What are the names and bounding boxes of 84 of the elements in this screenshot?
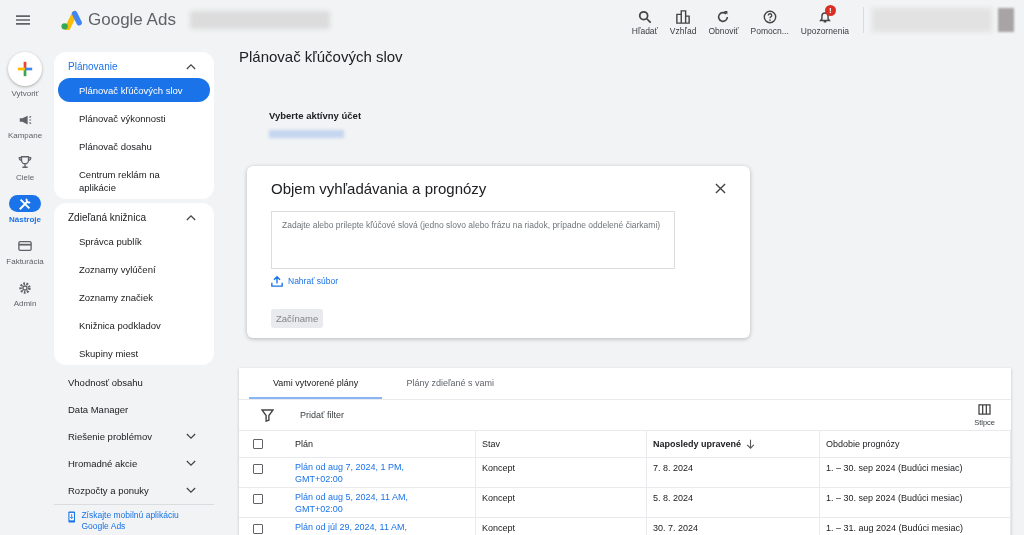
plan-link[interactable]: Plán od aug 5, 2024, 11 AM, GMT+02:00 bbox=[295, 492, 415, 515]
column-header[interactable]: Stav bbox=[475, 431, 647, 458]
refresh-icon bbox=[716, 9, 731, 24]
nav-item[interactable]: Centrum reklám na aplikácie bbox=[58, 162, 210, 199]
column-header[interactable]: Obdobie prognózy bbox=[819, 431, 1011, 458]
row-checkbox[interactable] bbox=[253, 494, 263, 504]
nav-section-header[interactable]: Zdieľaná knižnica bbox=[58, 205, 210, 229]
column-header[interactable]: Naposledy upravené bbox=[646, 431, 820, 458]
rail-label: Kampane bbox=[7, 131, 43, 140]
toolbar-button[interactable]: Pomocn... bbox=[744, 3, 795, 37]
product-name: Google Ads bbox=[88, 10, 176, 30]
notification-badge: ! bbox=[824, 4, 836, 16]
rail-label: Admin bbox=[13, 299, 37, 308]
table-cell: Koncept bbox=[475, 517, 647, 535]
nav-link-label: Hromadné akcie bbox=[68, 458, 138, 469]
nav-link[interactable]: Riešenie problémov bbox=[54, 423, 214, 450]
card-icon bbox=[18, 238, 32, 253]
nav-item[interactable]: Zoznamy vylúčení bbox=[58, 257, 210, 281]
table-cell: Koncept bbox=[475, 457, 647, 488]
nav-link[interactable]: Rozpočty a ponuky bbox=[54, 477, 214, 504]
toolbar-button[interactable]: Obnoviť bbox=[702, 3, 745, 37]
toolbar-button[interactable]: Vzhľad bbox=[663, 3, 703, 37]
nav-link[interactable]: Hromadné akcie bbox=[54, 450, 214, 477]
rail-label: Fakturácia bbox=[6, 257, 44, 266]
plus-icon bbox=[16, 60, 34, 78]
create-button[interactable] bbox=[8, 52, 42, 86]
logo-icon bbox=[60, 10, 82, 30]
account-label: Vyberte aktívny účet bbox=[269, 110, 363, 121]
add-filter-button[interactable]: Pridať filter bbox=[300, 410, 344, 420]
column-header[interactable]: Plán bbox=[283, 431, 476, 458]
row-checkbox[interactable] bbox=[253, 464, 263, 474]
nav-section-header[interactable]: Plánovanie bbox=[58, 54, 210, 78]
nav-item[interactable]: Knižnica podkladov bbox=[58, 313, 210, 337]
create-label: Vytvoriť bbox=[11, 89, 39, 98]
table-cell: 1. – 30. sep 2024 (Budúci mesiac) bbox=[819, 487, 1011, 518]
section-title: Zdieľaná knižnica bbox=[68, 211, 146, 223]
table-cell: 30. 7. 2024 bbox=[646, 517, 820, 535]
nav-link-label: Vhodnosť obsahu bbox=[68, 377, 143, 388]
table-cell: 1. – 31. aug 2024 (Budúci mesiac) bbox=[819, 517, 1011, 535]
rail-icon-tab[interactable] bbox=[9, 195, 41, 212]
search-icon bbox=[637, 9, 652, 24]
toolbar-button[interactable]: Hľadať bbox=[625, 3, 664, 37]
select-all-checkbox[interactable] bbox=[253, 439, 263, 449]
plan-link[interactable]: Plán od júl 29, 2024, 11 AM, bbox=[295, 522, 415, 534]
columns-icon bbox=[978, 403, 992, 415]
filter-icon[interactable] bbox=[261, 408, 274, 422]
table-cell: 7. 8. 2024 bbox=[646, 457, 820, 488]
tab[interactable]: Plány zdieľané s vami bbox=[382, 368, 519, 399]
page-title: Plánovač kľúčových slov bbox=[239, 48, 404, 65]
tab[interactable]: Vami vytvorené plány bbox=[249, 368, 383, 399]
nav-link-label: Data Manager bbox=[68, 404, 129, 415]
keywords-field[interactable]: Zadajte alebo prilepte kľúčové slová (jedno slovo alebo frázu na riadok, prípadne oddelené čiarkami) bbox=[271, 211, 675, 269]
card-title: Objem vyhľadávania a prognózy bbox=[271, 180, 487, 197]
tools-icon bbox=[18, 196, 32, 211]
nav-item[interactable]: Plánovač kľúčových slov bbox=[58, 78, 210, 102]
layout-icon bbox=[676, 9, 691, 24]
table-cell: 5. 8. 2024 bbox=[646, 487, 820, 518]
table-cell: Koncept bbox=[475, 487, 647, 518]
toolbar-button[interactable]: ! Upozornenia bbox=[794, 3, 855, 37]
upload-file-link[interactable]: Nahrať súbor bbox=[271, 275, 726, 287]
nav-item[interactable]: Zoznamy značiek bbox=[58, 285, 210, 309]
nav-link-label: Rozpočty a ponuky bbox=[68, 485, 149, 496]
table-cell: 1. – 30. sep 2024 (Budúci mesiac) bbox=[819, 457, 1011, 488]
menu-icon[interactable] bbox=[16, 15, 30, 25]
nav-link[interactable]: Data Manager bbox=[54, 396, 214, 423]
nav-item[interactable]: Správca publík bbox=[58, 229, 210, 253]
nav-item[interactable]: Plánovač výkonnosti bbox=[58, 106, 210, 130]
mobile-app-link[interactable]: Získajte mobilnú aplikáciu Google Ads bbox=[81, 510, 200, 531]
bell-icon bbox=[817, 9, 832, 24]
nav-link-label: Riešenie problémov bbox=[68, 431, 152, 442]
nav-item[interactable]: Skupiny miest bbox=[58, 341, 210, 365]
upload-icon bbox=[271, 275, 283, 287]
plan-link[interactable]: Plán od aug 7, 2024, 1 PM, GMT+02:00 bbox=[295, 462, 415, 485]
trophy-icon bbox=[18, 154, 32, 169]
nav-item[interactable]: Plánovač dosahu bbox=[58, 134, 210, 158]
nav-link[interactable]: Vhodnosť obsahu bbox=[54, 369, 214, 396]
rail-label: Nástroje bbox=[9, 215, 41, 224]
close-icon[interactable] bbox=[715, 183, 726, 194]
row-checkbox[interactable] bbox=[253, 524, 263, 534]
section-title: Plánovanie bbox=[68, 60, 118, 72]
help-icon bbox=[762, 9, 777, 24]
rail-label: Ciele bbox=[15, 173, 35, 182]
phone-icon bbox=[68, 510, 76, 524]
gear-icon bbox=[18, 280, 32, 295]
